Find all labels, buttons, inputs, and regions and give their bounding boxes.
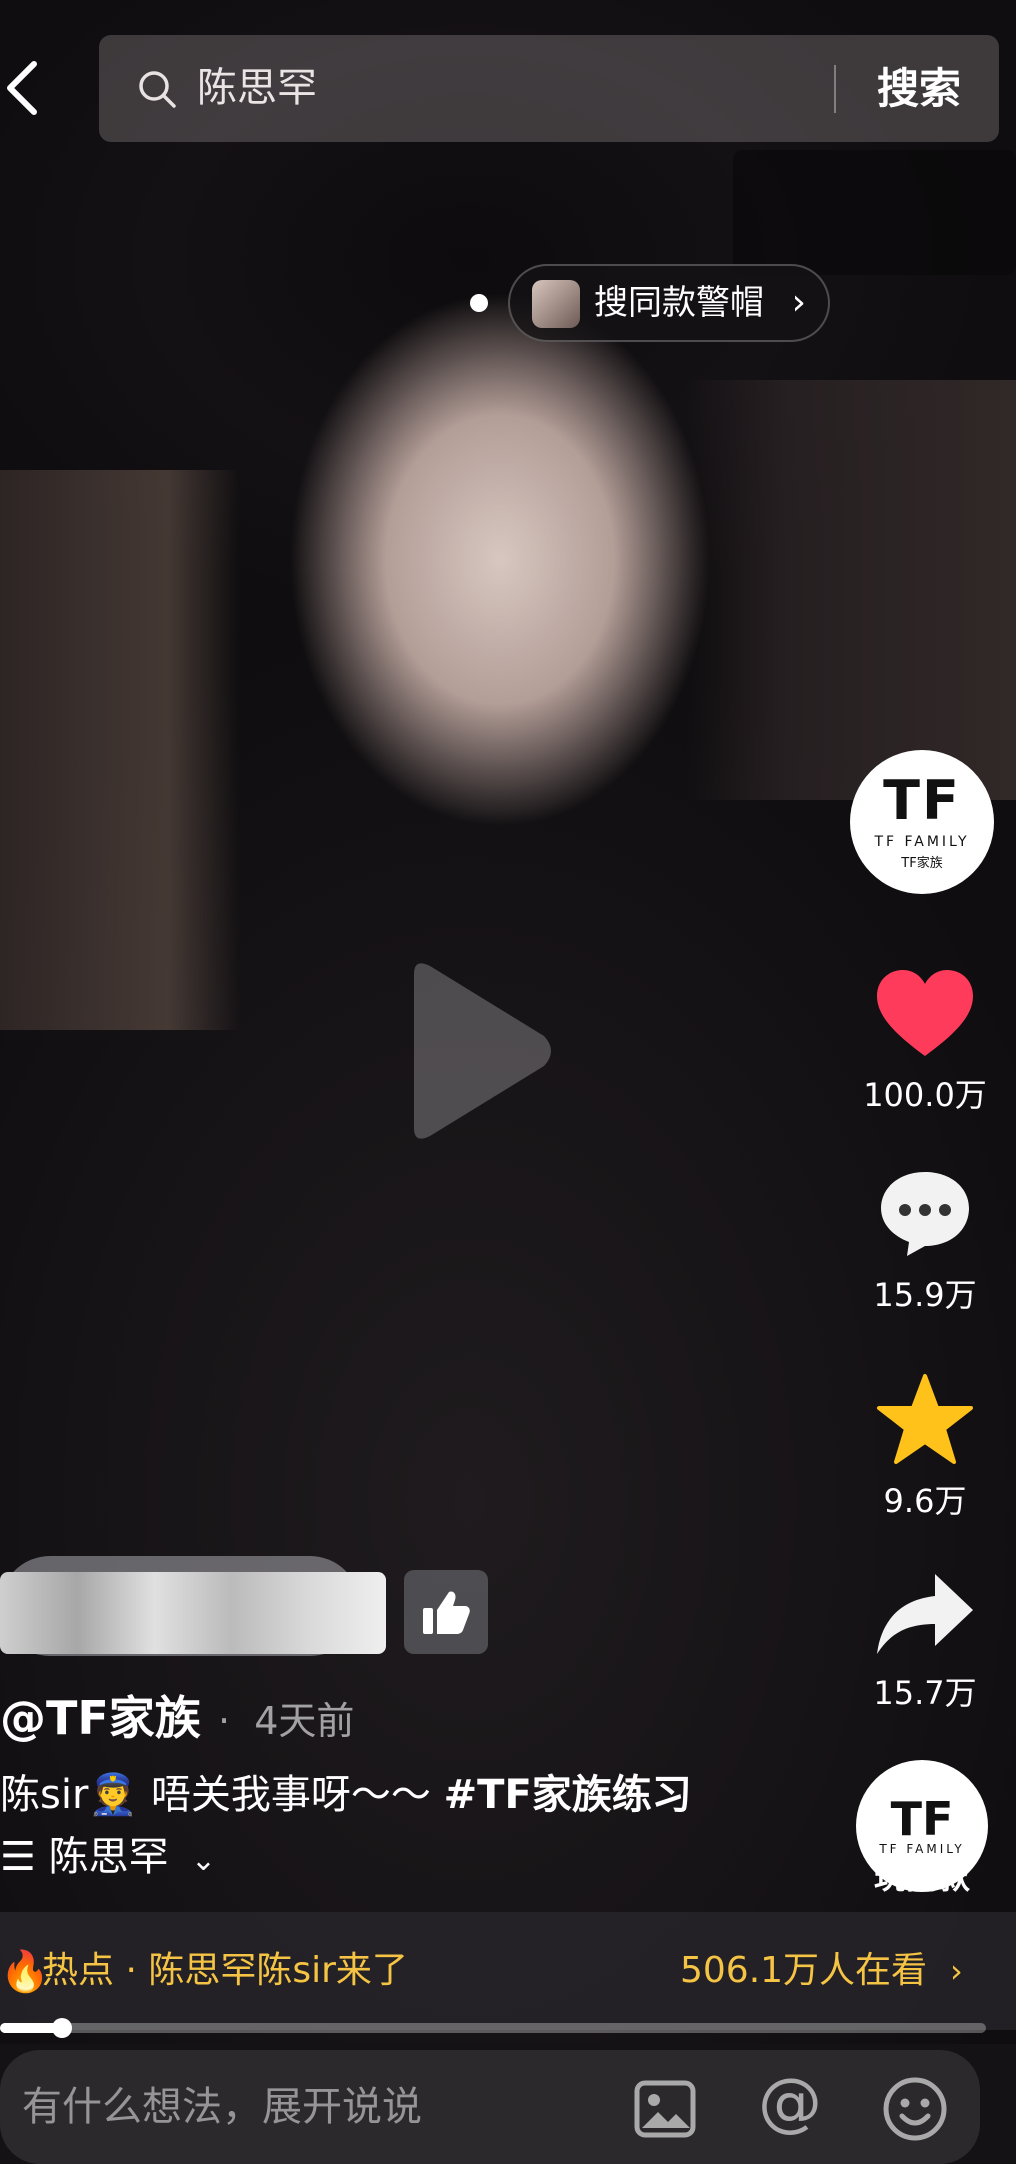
viewer-count: 506.1万人在看	[680, 1950, 928, 1991]
mention-icon[interactable]: @	[757, 2070, 823, 2136]
chevron-right-icon: ›	[791, 282, 806, 323]
chevron-right-icon: ›	[950, 1952, 963, 1990]
comment-placeholder: 有什么想法，展开说说	[22, 2084, 422, 2130]
chevron-left-icon	[7, 61, 37, 115]
hashtag-link[interactable]: #TF家族练习	[444, 1772, 692, 1818]
search-button[interactable]: 搜索	[859, 35, 979, 142]
heart-icon	[877, 970, 973, 1056]
video-caption: 陈sir👮 唔关我事呀～～ #TF家族练习	[0, 1762, 692, 1820]
search-divider	[834, 65, 836, 113]
favorite-count: 9.6万	[883, 1482, 967, 1520]
caption-prefix: 陈sir	[0, 1772, 89, 1818]
like-count: 100.0万	[863, 1076, 987, 1114]
blurred-comment	[0, 1572, 386, 1654]
favorite-button[interactable]: 9.6万	[850, 1372, 1000, 1522]
background-shelf-right	[686, 380, 1016, 800]
same-item-label: 搜同款警帽	[594, 283, 764, 323]
product-tag-dot	[470, 294, 488, 312]
progress-track[interactable]	[0, 2023, 986, 2033]
same-item-search-pill[interactable]: 搜同款警帽 ›	[508, 264, 830, 342]
use-same-sound-label[interactable]: 玩同款	[856, 1852, 988, 1898]
emoji-icon[interactable]	[882, 2076, 948, 2142]
thumb-up-button[interactable]	[404, 1570, 488, 1654]
progress-knob[interactable]	[52, 2018, 72, 2038]
comment-count: 15.9万	[873, 1276, 977, 1314]
author-avatar[interactable]: TF TF FAMILY TF家族	[850, 750, 994, 894]
chevron-down-icon: ⌄	[181, 1843, 216, 1878]
police-emoji: 👮	[88, 1772, 139, 1818]
search-input[interactable]: 陈思罕 搜索	[99, 35, 999, 142]
like-button[interactable]: 100.0万	[850, 968, 1000, 1116]
play-icon[interactable]	[396, 958, 556, 1144]
search-icon	[139, 71, 176, 108]
background-shelf-left	[0, 470, 240, 1030]
share-count: 15.7万	[873, 1674, 977, 1712]
avatar-subtitle: TF FAMILY	[874, 833, 970, 850]
music-list-icon: ☰	[0, 1834, 49, 1880]
comment-button[interactable]: 15.9万	[850, 1168, 1000, 1316]
image-icon[interactable]	[632, 2076, 698, 2142]
post-time: · 4天前	[218, 1699, 355, 1743]
thumb-up-icon	[423, 1591, 470, 1634]
music-title: 陈思罕	[48, 1834, 169, 1880]
star-icon	[877, 1374, 973, 1464]
share-arrow-icon	[877, 1574, 973, 1654]
caption-body: 唔关我事呀～～	[150, 1772, 431, 1818]
comment-input[interactable]: 有什么想法，展开说说	[0, 2050, 980, 2164]
hot-topic-label: 热点 · 陈思罕陈sir来了	[42, 1950, 408, 1991]
avatar-logo: TF	[883, 768, 961, 832]
music-disc-logo: TF	[890, 1792, 954, 1846]
product-thumbnail	[532, 280, 580, 328]
back-button[interactable]	[0, 56, 48, 120]
overlay-panel	[733, 150, 1016, 275]
comment-icon	[881, 1172, 969, 1256]
share-button[interactable]: 15.7万	[850, 1570, 1000, 1714]
author-handle[interactable]: @TF家族	[0, 1682, 201, 1748]
post-time-value: 4天前	[254, 1699, 355, 1743]
avatar-subtitle-cn: TF家族	[901, 855, 943, 871]
music-info[interactable]: ☰ 陈思罕 ⌄	[0, 1824, 216, 1882]
hot-topic-bar[interactable]: 🔥 热点 · 陈思罕陈sir来了 506.1万人在看 ›	[0, 1912, 1016, 2030]
search-query: 陈思罕	[197, 65, 317, 111]
